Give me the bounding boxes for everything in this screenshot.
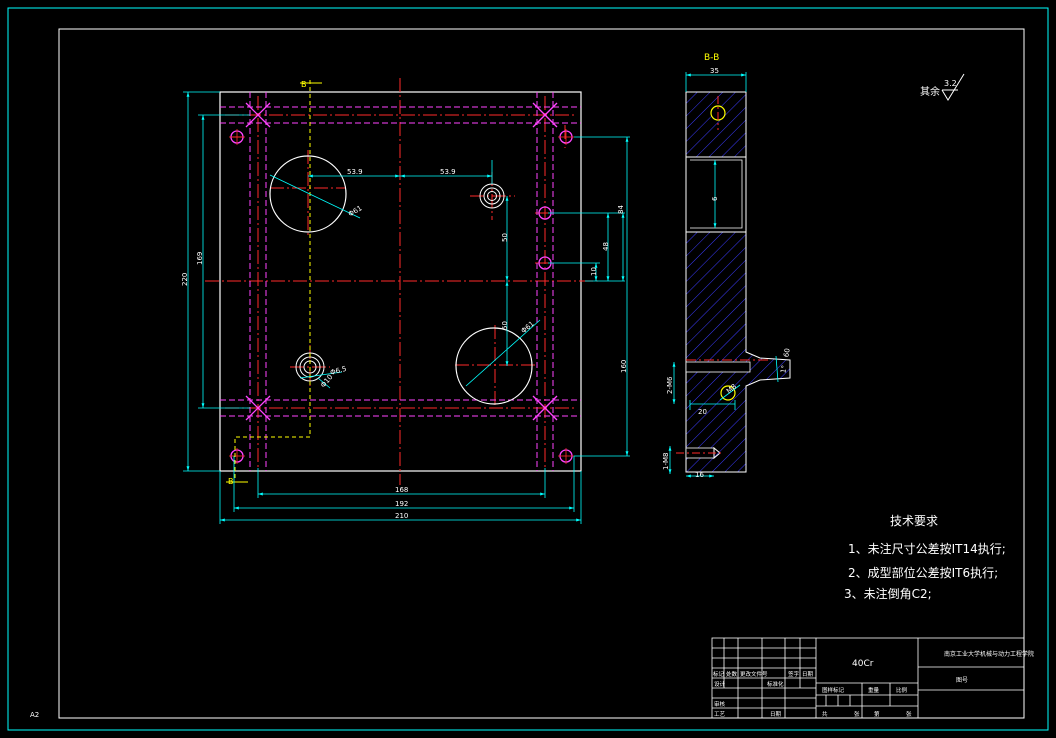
dim-169: 169 — [196, 252, 204, 265]
roughness-prefix: 其余 — [920, 85, 940, 98]
large-hole-lower — [455, 327, 533, 405]
sheet-size-label: A2 — [30, 711, 39, 719]
front-view: B B 53.9 53.9 50 50 84 48 10 160 220 169… — [181, 78, 630, 524]
section-body-top — [685, 91, 747, 158]
tb-h-gongyi: 工艺 — [714, 711, 726, 718]
tb-h-gong: 共 — [822, 710, 828, 718]
tb-h-riqi: 日期 — [802, 671, 814, 678]
tb-material: 40Cr — [852, 659, 874, 669]
dim-53-9-a: 53.9 — [347, 168, 363, 176]
dim-50-a: 50 — [501, 233, 509, 242]
tb-drawing-no: 图号 — [956, 677, 968, 684]
tb-school: 南京工业大学机械与动力工程学院 — [944, 650, 1034, 658]
section-mark-top: B — [301, 80, 307, 89]
sec-dim-angle: 1° — [779, 365, 788, 374]
dim-84: 84 — [617, 205, 625, 214]
section-body-bottom — [685, 231, 791, 473]
sec-dim-6: 6 — [711, 196, 719, 201]
sec-dim-20: 20 — [698, 408, 707, 416]
dim-phi-big-a: Φ61 — [347, 204, 363, 218]
outer-border — [7, 7, 1049, 731]
tb-h-bili: 比例 — [896, 686, 908, 694]
tb-h-wenjian: 更改文件号 — [740, 670, 768, 678]
section-view: B-B 35 6 2-M6 20 M8 1-M8 16 1° 60 — [662, 53, 792, 479]
section-cavity — [685, 156, 747, 233]
corner-marks — [245, 102, 558, 421]
tb-h-biaozhun: 标准化 — [767, 680, 784, 688]
roughness-value: 3.2 — [944, 79, 957, 88]
dim-160v: 160 — [620, 360, 628, 373]
tb-h-di: 第 — [874, 710, 880, 718]
tb-h-shenhe: 审核 — [714, 700, 726, 708]
title-block — [711, 637, 1025, 719]
dim-phi-small-a: Φ6.5 — [329, 365, 347, 377]
dim-220: 220 — [181, 273, 189, 286]
dim-48: 48 — [602, 242, 610, 251]
tech-item-2: 2、成型部位公差按IT6执行; — [848, 565, 998, 580]
tb-h-qianzi: 签字 — [788, 670, 800, 678]
tech-item-3: 3、未注倒角C2; — [844, 586, 932, 601]
section-view-label: B-B — [704, 53, 719, 63]
dim-210: 210 — [395, 512, 408, 520]
dim-192: 192 — [395, 500, 408, 508]
tb-h-biaoji: 标记 — [713, 670, 725, 678]
tb-h-riqi2: 日期 — [770, 711, 782, 718]
technical-requirements: 技术要求 1、未注尺寸公差按IT14执行; 2、成型部位公差按IT6执行; 3、… — [844, 514, 1006, 601]
tb-h-sheji: 设计 — [714, 680, 726, 688]
sec-dim-2-m6: 2-M6 — [666, 376, 674, 394]
inner-border — [58, 28, 1025, 719]
section-mark-bottom: B — [228, 477, 234, 486]
tb-h-tuyang: 图样标记 — [822, 686, 845, 694]
dim-phi-big-b: Φ61 — [520, 320, 536, 335]
tb-h-chushu: 处数 — [726, 670, 738, 678]
sec-dim-60: 60 — [782, 348, 791, 358]
dim-168: 168 — [395, 486, 408, 494]
dim-53-9-b: 53.9 — [440, 168, 456, 176]
dim-10: 10 — [590, 267, 598, 276]
sec-dim-16: 16 — [695, 471, 704, 479]
tech-title: 技术要求 — [890, 514, 938, 528]
sec-dim-35: 35 — [710, 67, 719, 75]
sec-dim-1-M8: 1-M8 — [662, 453, 670, 470]
center-lines — [205, 78, 600, 485]
cad-drawing: B B 53.9 53.9 50 50 84 48 10 160 220 169… — [7, 7, 1049, 731]
tb-h-zhongliang: 重量 — [868, 686, 880, 694]
tb-h-zhang2: 张 — [906, 710, 912, 718]
tech-item-1: 1、未注尺寸公差按IT14执行; — [848, 541, 1006, 556]
tb-h-zhang: 张 — [854, 710, 860, 718]
roughness-note: 其余 3.2 — [920, 73, 965, 101]
dim-50-b: 50 — [501, 321, 509, 330]
